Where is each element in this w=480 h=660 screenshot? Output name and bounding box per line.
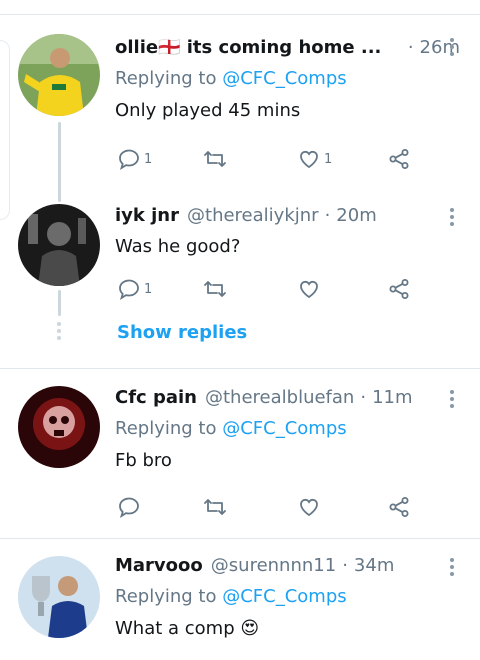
retweet-icon — [204, 499, 226, 515]
mention-link[interactable]: @CFC_Comps — [222, 418, 346, 439]
display-name[interactable]: Cfc pain — [115, 386, 197, 410]
reply-icon — [119, 497, 139, 519]
avatar-trophy-player-icon — [18, 556, 100, 638]
display-name[interactable]: Marvooo — [115, 554, 203, 578]
share-button[interactable] — [387, 146, 411, 172]
heart-icon — [300, 498, 318, 517]
tweet-header: Cfc pain @therealbluefan · 11m — [115, 386, 460, 410]
retweet-icon — [204, 151, 226, 167]
reply-button[interactable]: 1 — [117, 276, 152, 302]
avatar-cfc-pain[interactable] — [18, 386, 100, 468]
share-icon — [389, 497, 409, 517]
tweet-header: ollie🏴󠁧󠁢󠁥󠁮󠁧󠁿 its coming home ... · 26m — [115, 36, 460, 60]
replying-to: Replying to @CFC_Comps — [115, 416, 460, 442]
share-button[interactable] — [387, 276, 411, 302]
avatar-ollie[interactable] — [18, 34, 100, 116]
tweet-text: Fb bro — [115, 450, 172, 471]
tweet-actions: 1 1 — [115, 146, 415, 172]
separator-dot: · — [342, 555, 348, 576]
heart-icon — [300, 150, 318, 169]
more-options-icon[interactable] — [448, 558, 456, 579]
reply-button[interactable] — [117, 494, 141, 520]
side-card-edge — [0, 40, 10, 220]
reply-icon — [119, 279, 139, 301]
show-replies-link[interactable]: Show replies — [117, 322, 247, 343]
timestamp[interactable]: 11m — [372, 386, 412, 410]
tweet-header: Marvooo @surennnn11 · 34m — [115, 554, 460, 578]
reply-count: 1 — [144, 151, 153, 167]
reply-count: 1 — [144, 281, 153, 297]
like-button[interactable] — [297, 494, 321, 520]
thread-connector — [58, 122, 61, 202]
tweet-divider — [0, 368, 480, 369]
avatar-marvooo[interactable] — [18, 556, 100, 638]
retweet-button[interactable] — [203, 276, 227, 302]
separator-dot: · — [360, 387, 367, 408]
like-button[interactable]: 1 — [297, 146, 332, 172]
more-options-icon[interactable] — [448, 38, 456, 59]
retweet-button[interactable] — [203, 494, 227, 520]
replying-to: Replying to @CFC_Comps — [115, 584, 460, 610]
user-handle[interactable]: @therealbluefan — [205, 386, 354, 410]
avatar-red-skull-icon — [18, 386, 100, 468]
tweet-divider — [0, 538, 480, 539]
reply-icon — [119, 149, 139, 171]
user-handle[interactable]: @surennnn11 — [211, 554, 336, 578]
tweet-text: What a comp 😍 — [115, 618, 260, 639]
timestamp[interactable]: 34m — [354, 554, 394, 578]
top-divider — [0, 14, 480, 15]
more-options-icon[interactable] — [448, 390, 456, 411]
thread-connector — [58, 290, 61, 316]
retweet-icon — [204, 281, 226, 297]
replying-prefix: Replying to — [115, 418, 217, 439]
user-handle[interactable]: @therealiykjnr — [187, 204, 319, 228]
replying-prefix: Replying to — [115, 586, 217, 607]
display-name[interactable]: iyk jnr — [115, 204, 179, 228]
mention-link[interactable]: @CFC_Comps — [222, 68, 346, 89]
heart-icon — [300, 280, 318, 299]
like-button[interactable] — [297, 276, 321, 302]
tweet-header: iyk jnr @therealiykjnr · 20m — [115, 204, 460, 228]
tweet-text: Was he good? — [115, 236, 241, 257]
share-icon — [389, 149, 409, 169]
like-count: 1 — [324, 151, 333, 167]
display-name[interactable]: ollie🏴󠁧󠁢󠁥󠁮󠁧󠁿 its coming home ... — [115, 36, 381, 60]
tweet-text: Only played 45 mins — [115, 100, 301, 121]
timestamp[interactable]: 20m — [336, 204, 376, 228]
thread-more-dots — [56, 322, 62, 343]
avatar-dark-figure-icon — [18, 204, 100, 286]
more-options-icon[interactable] — [448, 208, 456, 229]
retweet-button[interactable] — [203, 146, 227, 172]
replying-to: Replying to @CFC_Comps — [115, 66, 460, 92]
mention-link[interactable]: @CFC_Comps — [222, 586, 346, 607]
replying-prefix: Replying to — [115, 68, 217, 89]
tweet-actions — [115, 494, 415, 520]
share-icon — [389, 279, 409, 299]
separator-dot: · — [407, 37, 414, 58]
tweet-actions: 1 — [115, 276, 415, 302]
avatar-iyk[interactable] — [18, 204, 100, 286]
avatar-player-yellow-icon — [18, 34, 100, 116]
separator-dot: · — [324, 205, 331, 226]
share-button[interactable] — [387, 494, 411, 520]
reply-button[interactable]: 1 — [117, 146, 152, 172]
